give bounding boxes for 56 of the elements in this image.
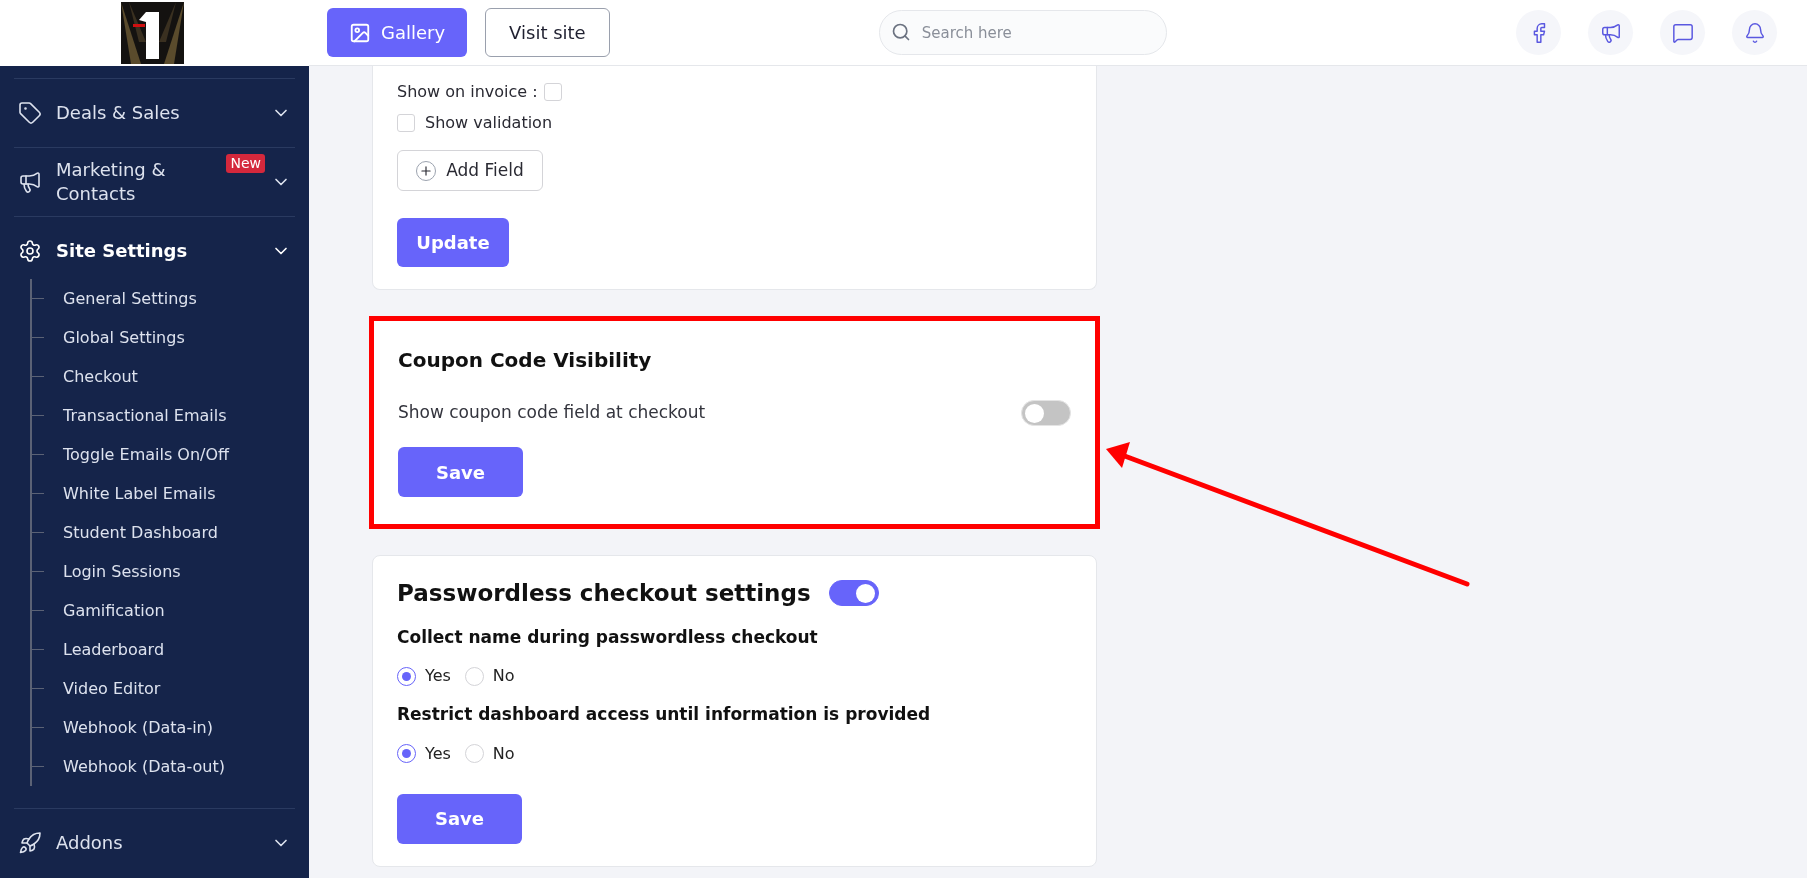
submenu-item[interactable]: Global Settings: [63, 325, 185, 350]
submenu-item[interactable]: Gamification: [63, 598, 165, 623]
nav-icon: [18, 831, 42, 855]
submenu-item[interactable]: Login Sessions: [63, 559, 181, 584]
card-title: Coupon Code Visibility: [398, 347, 653, 374]
facebook-button[interactable]: [1516, 10, 1561, 55]
checkbox-label: Show on invoice :: [397, 81, 538, 103]
radio-option[interactable]: No: [464, 741, 515, 766]
bell-icon: [1743, 21, 1766, 44]
add-field-button[interactable]: Add Field: [397, 150, 543, 191]
update-button[interactable]: Update: [397, 218, 509, 267]
megaphone-button[interactable]: [1588, 10, 1633, 55]
submenu-item[interactable]: Toggle Emails On/Off: [63, 442, 230, 467]
submenu-item[interactable]: Transactional Emails: [63, 403, 227, 428]
nav-icon: [18, 170, 42, 194]
gallery-button[interactable]: Gallery: [327, 8, 468, 57]
submenu-item[interactable]: Webhook (Data-in): [63, 715, 213, 740]
checkbox-label: Show validation: [425, 112, 553, 134]
visit-site-button[interactable]: Visit site: [485, 8, 610, 57]
nav-item[interactable]: Marketing & Contacts New: [14, 148, 295, 216]
nav-label: Addons: [56, 831, 124, 855]
submenu-item[interactable]: Webhook (Data-out): [63, 754, 225, 779]
submenu-item[interactable]: Leaderboard: [63, 637, 165, 662]
submenu-item[interactable]: Student Dashboard: [63, 520, 218, 545]
submenu-item[interactable]: Video Editor: [63, 676, 161, 701]
nav-label: Deals & Sales: [56, 101, 181, 125]
checkbox[interactable]: [543, 83, 562, 101]
card-title: Passwordless checkout settings: [397, 579, 811, 608]
nav-item[interactable]: Deals & Sales: [14, 79, 295, 147]
nav-label: Marketing & Contacts: [56, 158, 167, 206]
nav-icon: [18, 239, 42, 263]
checkbox[interactable]: [397, 114, 415, 132]
notification-button[interactable]: [1732, 10, 1777, 55]
radio-option[interactable]: Yes: [397, 664, 451, 688]
chat-icon: [1671, 21, 1694, 44]
nav-label: Site Settings: [56, 239, 189, 263]
nav-icon: [18, 101, 42, 125]
image-icon: [349, 21, 371, 44]
submenu-item[interactable]: General Settings: [63, 286, 197, 311]
nav-item[interactable]: Addons: [14, 809, 295, 877]
toggle-switch[interactable]: [828, 580, 879, 607]
radio-option[interactable]: Yes: [397, 741, 451, 766]
submenu-item[interactable]: White Label Emails: [63, 481, 216, 506]
question-label: Collect name during passwordless checkout: [397, 625, 819, 649]
submenu-item[interactable]: Checkout: [63, 364, 138, 389]
search-icon: [890, 22, 911, 42]
chat-button[interactable]: [1660, 10, 1705, 55]
megaphone-icon: [1599, 21, 1622, 44]
search-field[interactable]: Search here: [878, 10, 1167, 55]
toggle-label: Show coupon code field at checkout: [398, 401, 706, 425]
save-button[interactable]: Save: [397, 793, 522, 844]
new-badge: New: [226, 154, 265, 173]
nav-item[interactable]: Site Settings: [14, 217, 295, 285]
question-label: Restrict dashboard access until information is provided: [397, 703, 932, 726]
radio-option[interactable]: No: [464, 664, 515, 688]
save-button[interactable]: Save: [398, 447, 523, 497]
